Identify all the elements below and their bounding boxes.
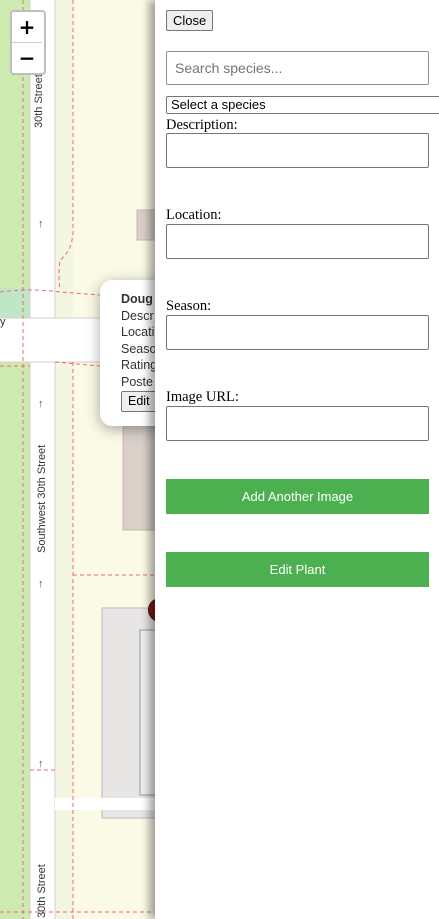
popup-edit-button[interactable]: Edit — [121, 391, 157, 412]
oneway-arrow: ↑ — [38, 218, 44, 230]
popup-rating-line: Rating — [121, 358, 158, 372]
popup-title: Doug — [121, 292, 153, 306]
close-button[interactable]: Close — [166, 10, 214, 31]
species-select[interactable]: Select a species — [166, 96, 439, 114]
popup-description-line: Descr — [121, 308, 154, 323]
location-label: Location: — [166, 207, 222, 223]
description-label: Description: — [166, 117, 238, 133]
street-label-30th-bottom: 30th Street — [36, 864, 48, 918]
zoom-out-button[interactable]: − — [12, 42, 42, 73]
image-url-field[interactable] — [166, 406, 429, 441]
description-field[interactable] — [166, 133, 429, 168]
location-field[interactable] — [166, 224, 429, 259]
popup-season-line: Seaso — [121, 341, 157, 356]
season-label: Season: — [166, 298, 212, 314]
oneway-arrow: ↑ — [38, 398, 44, 410]
zoom-control: + − — [10, 10, 46, 75]
street-label-30th-top: 30th Street — [33, 74, 45, 128]
street-label-southwest-30th: Southwest 30th Street — [36, 444, 48, 553]
edit-plant-panel: Close Search species... Select a species… — [155, 0, 439, 919]
edit-plant-button[interactable]: Edit Plant — [166, 552, 429, 587]
popup-location-line: Locati — [121, 325, 155, 339]
popup-posted-line: Poste — [121, 374, 153, 389]
zoom-in-button[interactable]: + — [12, 12, 42, 42]
oneway-arrow: ↑ — [38, 578, 44, 590]
add-image-button[interactable]: Add Another Image — [166, 479, 429, 514]
season-field[interactable] — [166, 315, 429, 350]
species-search-input[interactable]: Search species... — [166, 51, 429, 85]
street-label-partial: y — [0, 316, 6, 328]
image-url-label: Image URL: — [166, 389, 239, 405]
oneway-arrow: ↑ — [38, 758, 44, 770]
